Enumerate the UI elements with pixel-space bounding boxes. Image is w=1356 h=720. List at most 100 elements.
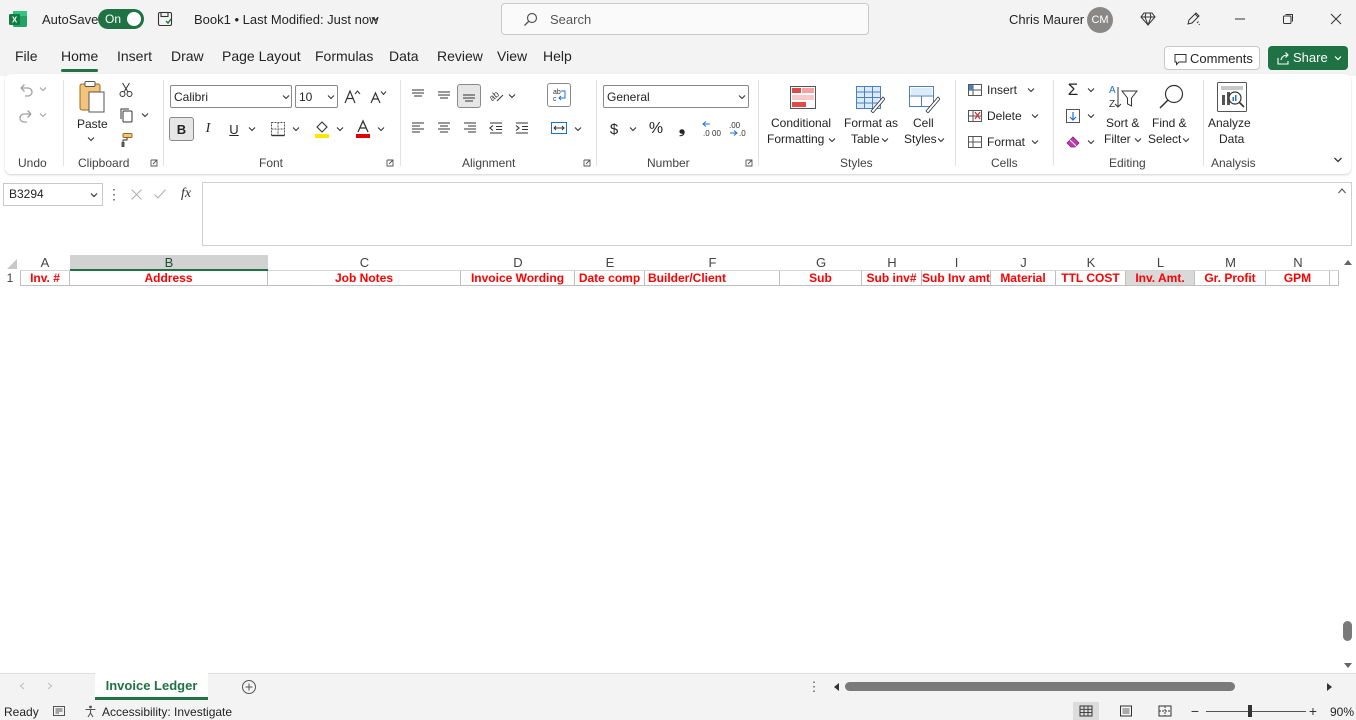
formula-input[interactable] [202, 182, 1352, 246]
merge-center-icon[interactable] [549, 119, 569, 137]
increase-decimal-icon[interactable]: .0 00 [700, 119, 722, 139]
italic-button[interactable]: I [199, 118, 217, 140]
zoom-slider-thumb[interactable] [1248, 705, 1252, 717]
orientation-icon[interactable]: ab [487, 86, 505, 104]
redo-dropdown-icon[interactable] [38, 110, 48, 120]
prev-sheet-icon[interactable] [17, 681, 27, 691]
font-size-select[interactable]: 10 [295, 85, 338, 108]
sort-filter-button[interactable]: AZ Sort & Filter [1102, 80, 1146, 150]
header-cell[interactable]: Gr. Profit [1195, 271, 1266, 286]
vertical-scroll-thumb[interactable] [1343, 621, 1352, 641]
tabs-split-handle-icon[interactable]: ⋮ [808, 679, 821, 695]
header-cell[interactable]: Job Notes [268, 271, 461, 286]
header-cell[interactable]: Date comp [575, 271, 645, 286]
column-header-e[interactable]: E [575, 255, 645, 271]
column-header-k[interactable]: K [1056, 255, 1126, 271]
font-name-select[interactable]: Calibri [170, 85, 292, 108]
column-header-c[interactable]: C [268, 255, 461, 271]
zoom-in-icon[interactable]: + [1308, 703, 1318, 719]
tab-page-layout[interactable]: Page Layout [222, 48, 301, 64]
page-break-view-icon[interactable] [1154, 702, 1176, 720]
tab-help[interactable]: Help [543, 48, 572, 64]
vertical-scrollbar[interactable] [1339, 255, 1356, 673]
dialog-launcher-icon[interactable] [582, 158, 591, 167]
conditional-formatting-button[interactable]: Conditional Formatting [764, 80, 840, 150]
scroll-up-icon[interactable] [1342, 258, 1353, 266]
column-header-h[interactable]: H [862, 255, 922, 271]
horizontal-scrollbar[interactable] [830, 678, 1338, 695]
insert-cells-button[interactable]: Insert [964, 80, 1042, 100]
comments-button[interactable]: Comments [1164, 46, 1260, 70]
confirm-entry-icon[interactable] [152, 186, 168, 202]
zoom-slider[interactable] [1206, 711, 1306, 712]
middle-align-icon[interactable] [435, 86, 453, 104]
align-center-icon[interactable] [435, 119, 453, 137]
macro-recorder-icon[interactable] [51, 704, 67, 718]
column-header-b[interactable]: B [70, 255, 268, 271]
fill-dropdown-icon[interactable] [1086, 111, 1096, 121]
analyze-data-button[interactable]: Analyze Data [1208, 80, 1258, 150]
column-header-i[interactable]: I [922, 255, 991, 271]
decrease-decimal-icon[interactable]: .00.0 [726, 119, 748, 139]
percent-icon[interactable]: % [646, 119, 666, 139]
zoom-level[interactable]: 90% [1330, 705, 1354, 719]
save-icon[interactable] [156, 10, 174, 28]
bottom-align-icon[interactable] [457, 84, 481, 108]
autosum-dropdown-icon[interactable] [1086, 85, 1096, 95]
increase-indent-icon[interactable] [513, 119, 531, 137]
fill-color-icon[interactable] [312, 118, 332, 140]
clear-dropdown-icon[interactable] [1086, 137, 1096, 147]
autosave-toggle[interactable]: On [98, 9, 144, 29]
avatar[interactable]: CM [1087, 7, 1113, 33]
tab-draw[interactable]: Draw [171, 48, 204, 64]
borders-dropdown-icon[interactable] [291, 124, 301, 134]
page-layout-view-icon[interactable] [1115, 702, 1137, 720]
scroll-down-icon[interactable] [1342, 661, 1353, 669]
more-options-icon[interactable]: ⋮ [107, 186, 121, 202]
sheet-grid-area[interactable] [0, 286, 1339, 672]
select-all-corner[interactable] [0, 255, 20, 271]
insert-function-icon[interactable]: fx [176, 184, 196, 204]
underline-dropdown-icon[interactable] [247, 124, 257, 134]
ribbon-collapse-icon[interactable] [1331, 154, 1345, 166]
header-cell[interactable]: TTL COST [1056, 271, 1126, 286]
scroll-left-icon[interactable] [831, 682, 841, 692]
column-header-d[interactable]: D [461, 255, 575, 271]
borders-icon[interactable] [268, 119, 288, 139]
header-cell[interactable]: Inv. # [21, 271, 70, 286]
header-cell[interactable]: Inv. Amt. [1126, 271, 1195, 286]
number-format-select[interactable]: General [603, 85, 749, 108]
user-name[interactable]: Chris Maurer [1009, 12, 1084, 27]
restore-icon[interactable] [1279, 10, 1297, 28]
chevron-down-icon[interactable] [368, 12, 382, 26]
top-align-icon[interactable] [409, 86, 427, 104]
header-cell[interactable]: Builder/Client [645, 271, 780, 286]
header-cell[interactable]: Address [70, 271, 268, 286]
tab-view[interactable]: View [497, 48, 527, 64]
decrease-font-size-icon[interactable] [368, 87, 388, 107]
sheet-tab-invoice-ledger[interactable]: Invoice Ledger [95, 673, 208, 700]
column-header-l[interactable]: L [1126, 255, 1195, 271]
tab-data[interactable]: Data [389, 48, 419, 64]
header-cell[interactable]: Sub Inv amt [922, 271, 991, 286]
tab-formulas[interactable]: Formulas [315, 48, 373, 64]
share-button[interactable]: Share [1268, 46, 1348, 70]
pen-icon[interactable] [1184, 10, 1202, 28]
tab-home[interactable]: Home [61, 48, 98, 64]
normal-view-icon[interactable] [1073, 702, 1099, 720]
column-header-a[interactable]: A [20, 255, 70, 271]
dialog-launcher-icon[interactable] [385, 158, 394, 167]
row-header-1[interactable]: 1 [0, 271, 20, 286]
decrease-indent-icon[interactable] [487, 119, 505, 137]
cancel-entry-icon[interactable] [128, 186, 144, 202]
column-header-n[interactable]: N [1266, 255, 1330, 271]
header-cell[interactable]: Invoice Wording [461, 271, 575, 286]
bold-button[interactable]: B [169, 117, 194, 141]
find-select-button[interactable]: Find & Select [1148, 80, 1196, 150]
increase-font-size-icon[interactable] [342, 87, 362, 107]
format-painter-icon[interactable] [117, 131, 135, 149]
orientation-dropdown-icon[interactable] [507, 91, 517, 101]
undo-dropdown-icon[interactable] [38, 84, 48, 94]
currency-dropdown-icon[interactable] [628, 124, 638, 134]
close-icon[interactable] [1327, 10, 1345, 28]
